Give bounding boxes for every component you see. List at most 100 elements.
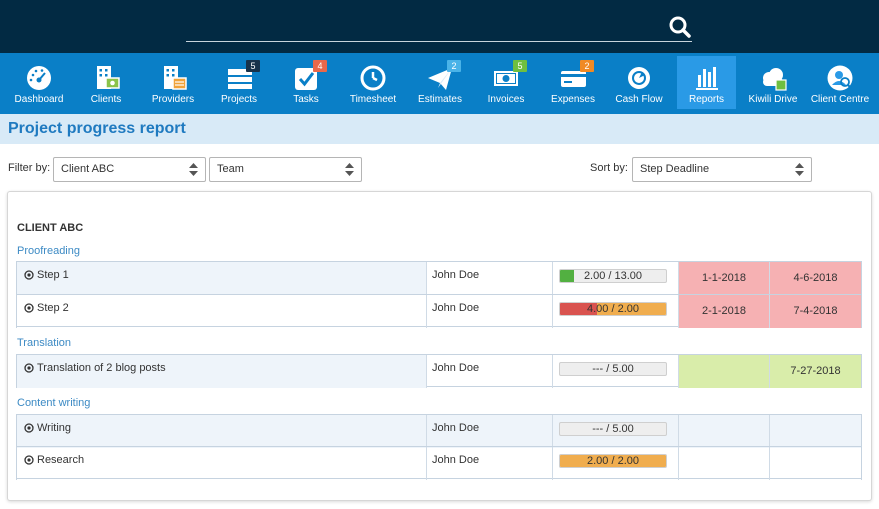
start-date-cell: 1-1-2018 [679,262,770,295]
assignee-name: John Doe [432,454,480,466]
table-row[interactable]: Translation of 2 blog posts John Doe ---… [16,354,862,388]
nav-dashboard[interactable]: Dashboard [6,53,72,114]
deadline-cell: 4-6-2018 [770,262,862,295]
timesheet-icon [360,65,386,91]
nav-label: Expenses [551,94,595,105]
client-centre-icon [827,65,853,91]
invoices-count-badge: 5 [513,60,527,72]
user-cell: John Doe [427,262,553,295]
progress-bar: 2.00 / 13.00 [559,269,667,283]
deadline-cell: 7-27-2018 [770,355,862,388]
nav-label: Client Centre [810,94,870,105]
step-name: Research [37,454,85,466]
step-cell: Writing [16,415,427,448]
clients-icon [97,66,120,89]
nav-expenses[interactable]: 2 Expenses [540,53,606,114]
client-filter-value: Client ABC [61,163,115,175]
nav-clients[interactable]: Clients [73,53,139,114]
nav-projects[interactable]: 5 Projects [206,53,272,114]
team-filter-value: Team [217,163,244,175]
nav-timesheet[interactable]: Timesheet [340,53,406,114]
progress-bar: 4.00 / 2.00 [559,302,667,316]
deadline-cell: 7-4-2018 [770,295,862,328]
reports-icon [695,67,718,90]
estimates-count-badge: 2 [447,60,461,72]
nav-tasks[interactable]: 4 Tasks [273,53,339,114]
select-arrows-icon [345,163,354,176]
client-heading: CLIENT ABC [17,222,84,234]
tasks-count-badge: 4 [313,60,327,72]
select-arrows-icon [795,163,804,176]
nav-reports[interactable]: Reports [677,56,736,109]
nav-label: Reports [688,94,724,105]
user-cell: John Doe [427,447,553,480]
sort-value: Step Deadline [640,163,710,175]
step-name: Step 2 [37,302,69,314]
start-date: 1-1-2018 [701,272,747,284]
nav-label: Projects [220,94,258,105]
step-cell: Step 2 [16,295,427,328]
group-heading: Proofreading [17,245,80,257]
nav-label: Kiwili Drive [748,94,798,105]
progress-text: --- / 5.00 [592,363,634,375]
group-heading: Translation [17,337,72,349]
progress-text: --- / 5.00 [592,423,634,435]
search-icon[interactable] [668,15,692,39]
sort-select[interactable]: Step Deadline [632,157,812,182]
nav-label: Timesheet [349,94,397,105]
client-filter-select[interactable]: Client ABC [53,157,206,182]
nav-estimates[interactable]: 2 Estimates [407,53,473,114]
page-title: Project progress report [8,120,186,137]
assignee-name: John Doe [432,422,480,434]
filter-by-label: Filter by: [8,162,51,174]
table-row[interactable]: Writing John Doe --- / 5.00 [16,414,862,448]
progress-text: 4.00 / 2.00 [587,303,639,315]
progress-bar: 2.00 / 2.00 [559,454,667,468]
deadline-cell [770,447,862,480]
nav-label: Invoices [487,94,525,105]
start-date-cell [679,355,770,388]
table-row[interactable]: Step 1 John Doe 2.00 / 13.00 1-1-2018 4-… [16,261,862,295]
nav-label: Dashboard [14,94,64,105]
start-date-cell: 2-1-2018 [679,295,770,328]
user-cell: John Doe [427,355,553,388]
table-row[interactable]: Research John Doe 2.00 / 2.00 [16,446,862,480]
start-date-cell [679,415,770,448]
step-cell: Translation of 2 blog posts [16,355,427,388]
progress-cell: --- / 5.00 [553,355,679,388]
nav-label: Providers [151,94,195,105]
sort-by-label: Sort by: [590,162,628,174]
expand-step-icon[interactable] [24,270,34,280]
progress-text: 2.00 / 13.00 [583,270,643,282]
step-name: Step 1 [37,269,69,281]
user-cell: John Doe [427,415,553,448]
expand-step-icon[interactable] [24,303,34,313]
team-filter-select[interactable]: Team [209,157,362,182]
progress-cell: --- / 5.00 [553,415,679,448]
step-name: Translation of 2 blog posts [37,362,166,374]
nav-cash-flow[interactable]: Cash Flow [606,53,672,114]
nav-client-centre[interactable]: Client Centre [807,53,873,114]
step-cell: Research [16,447,427,480]
progress-bar: --- / 5.00 [559,362,667,376]
page-title-bar: Project progress report [0,114,879,144]
step-name: Writing [37,422,72,434]
dashboard-icon [27,66,51,90]
progress-cell: 4.00 / 2.00 [553,295,679,328]
expand-step-icon[interactable] [24,423,34,433]
cash-flow-icon [628,67,650,89]
nav-kiwili-drive[interactable]: Kiwili Drive [740,53,806,114]
deadline-cell [770,415,862,448]
nav-label: Clients [90,94,122,105]
expand-step-icon[interactable] [24,363,34,373]
top-bar [0,0,879,53]
nav-invoices[interactable]: 5 Invoices [473,53,539,114]
progress-text: 2.00 / 2.00 [587,455,639,467]
expand-step-icon[interactable] [24,455,34,465]
progress-cell: 2.00 / 2.00 [553,447,679,480]
table-row[interactable]: Step 2 John Doe 4.00 / 2.00 2-1-2018 7-4… [16,294,862,328]
nav-providers[interactable]: Providers [140,53,206,114]
search-input[interactable] [186,41,692,42]
nav-label: Estimates [418,94,462,105]
deadline-date: 7-4-2018 [793,305,838,317]
